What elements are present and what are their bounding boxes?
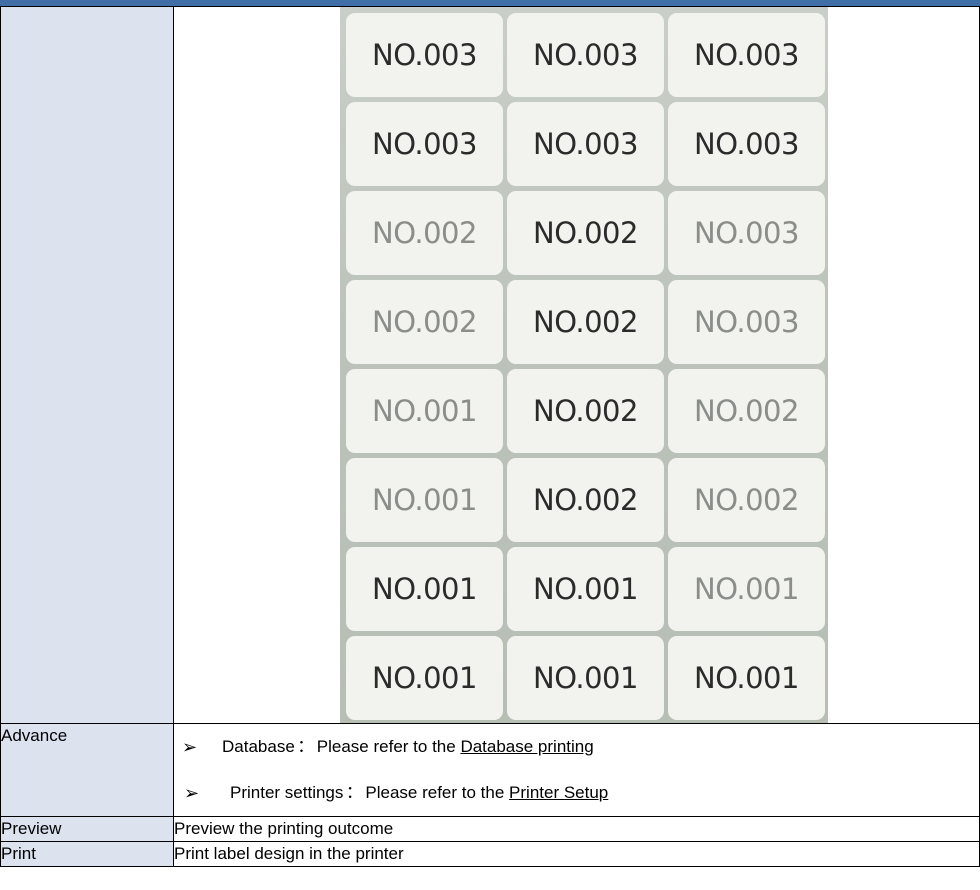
sticker-label: NO.001 <box>346 458 503 542</box>
print-row: Print Print label design in the printer <box>0 841 980 867</box>
preview-content: Preview the printing outcome <box>173 816 980 842</box>
sticker-label: NO.003 <box>668 191 825 275</box>
photo-cell: NO.003 NO.003 NO.003 NO.003 NO.003 NO.003 NO.0… <box>173 6 980 724</box>
sticker-label: NO.002 <box>507 369 664 453</box>
print-label: Print <box>0 841 174 867</box>
advance-row: Advance ➢ Database ： Please refer to the… <box>0 723 980 817</box>
print-content: Print label design in the printer <box>173 841 980 867</box>
arrow-bullet-icon: ➢ <box>182 737 198 757</box>
sticker-label: NO.003 <box>507 102 664 186</box>
sticker-label: NO.002 <box>346 280 503 364</box>
sticker-label: NO.001 <box>507 636 664 720</box>
sticker-label: NO.003 <box>507 13 664 97</box>
photo-row: NO.003 NO.003 NO.003 NO.003 NO.003 NO.003 NO.0… <box>0 6 980 724</box>
database-printing-link[interactable]: Database printing <box>460 735 593 759</box>
sticker-label: NO.002 <box>507 458 664 542</box>
sticker-label: NO.001 <box>507 547 664 631</box>
sticker-label: NO.003 <box>346 13 503 97</box>
photo-row-label <box>0 6 174 724</box>
sticker-label: NO.001 <box>346 369 503 453</box>
sticker-label: NO.002 <box>346 191 503 275</box>
preview-label: Preview <box>0 816 174 842</box>
feature-table: NO.003 NO.003 NO.003 NO.003 NO.003 NO.003 NO.0… <box>0 6 980 867</box>
sticker-label: NO.003 <box>668 102 825 186</box>
database-item: ➢ Database ： Please refer to the Databas… <box>174 724 979 770</box>
sticker-label: NO.001 <box>668 547 825 631</box>
sticker-label: NO.002 <box>668 369 825 453</box>
database-text: Please refer to the <box>316 737 456 756</box>
printer-settings-text: Please refer to the <box>365 783 505 802</box>
database-name: Database <box>222 737 295 756</box>
advance-label: Advance <box>0 723 174 817</box>
printer-settings-name: Printer settings <box>230 783 344 802</box>
separator: ： <box>297 737 315 756</box>
sticker-label: NO.003 <box>668 13 825 97</box>
separator: ： <box>345 783 363 802</box>
sticker-label: NO.002 <box>507 280 664 364</box>
advance-content: ➢ Database ： Please refer to the Databas… <box>173 723 980 817</box>
sticker-label: NO.002 <box>668 458 825 542</box>
sticker-label: NO.001 <box>668 636 825 720</box>
preview-row: Preview Preview the printing outcome <box>0 816 980 842</box>
printer-setup-link[interactable]: Printer Setup <box>509 781 608 805</box>
sticker-label: NO.003 <box>668 280 825 364</box>
sticker-grid: NO.003 NO.003 NO.003 NO.003 NO.003 NO.003 NO.0… <box>346 13 825 720</box>
sticker-label: NO.001 <box>346 636 503 720</box>
printer-settings-item: ➢ Printer settings ： Please refer to the… <box>174 770 979 816</box>
sticker-label: NO.001 <box>346 547 503 631</box>
printed-labels-photo: NO.003 NO.003 NO.003 NO.003 NO.003 NO.003 NO.0… <box>340 7 828 723</box>
sticker-label: NO.002 <box>507 191 664 275</box>
sticker-label: NO.003 <box>346 102 503 186</box>
arrow-bullet-icon: ➢ <box>184 783 200 803</box>
